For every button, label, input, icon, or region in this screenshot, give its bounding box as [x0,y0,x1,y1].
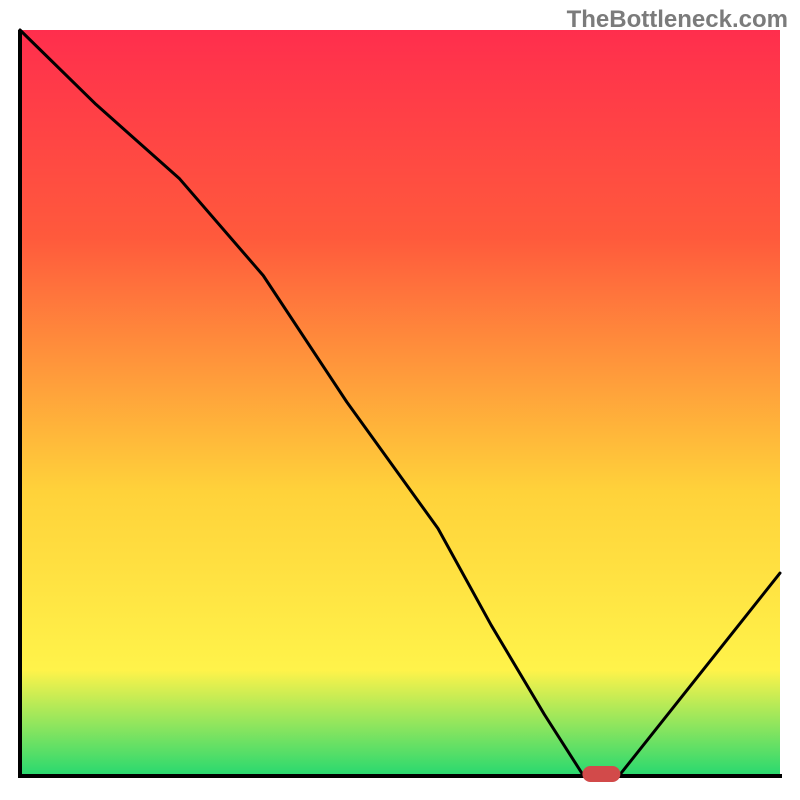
plot-background [20,30,780,774]
chart-svg [0,0,800,800]
chart-canvas: TheBottleneck.com [0,0,800,800]
sweet-spot-marker [582,766,620,782]
watermark-text: TheBottleneck.com [567,6,788,34]
